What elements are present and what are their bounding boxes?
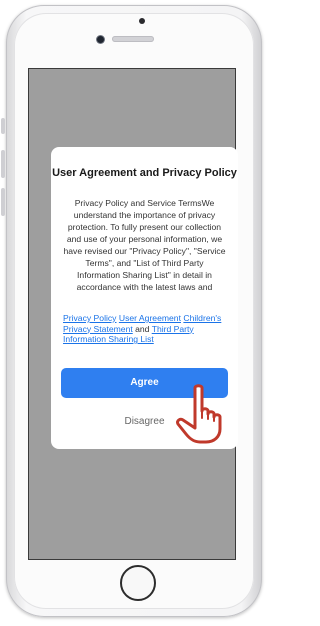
user-agreement-link[interactable]: User Agreement [119, 313, 181, 323]
dialog-body-text: Privacy Policy and Service TermsWe under… [63, 198, 226, 292]
volume-up-button [1, 150, 5, 178]
home-button [120, 565, 156, 601]
app-screen: User Agreement and Privacy Policy Privac… [28, 68, 238, 560]
volume-down-button [1, 188, 5, 216]
privacy-policy-link[interactable]: Privacy Policy [63, 313, 116, 323]
mute-switch [1, 118, 5, 134]
earpiece-speaker [112, 36, 154, 42]
front-camera [97, 36, 104, 43]
dialog-title: User Agreement and Privacy Policy [52, 167, 237, 179]
policy-links: Privacy Policy User Agreement Children's… [63, 313, 226, 345]
pointing-hand-icon [176, 384, 222, 444]
sensor-dot [139, 18, 145, 24]
and-text: and [135, 323, 150, 334]
